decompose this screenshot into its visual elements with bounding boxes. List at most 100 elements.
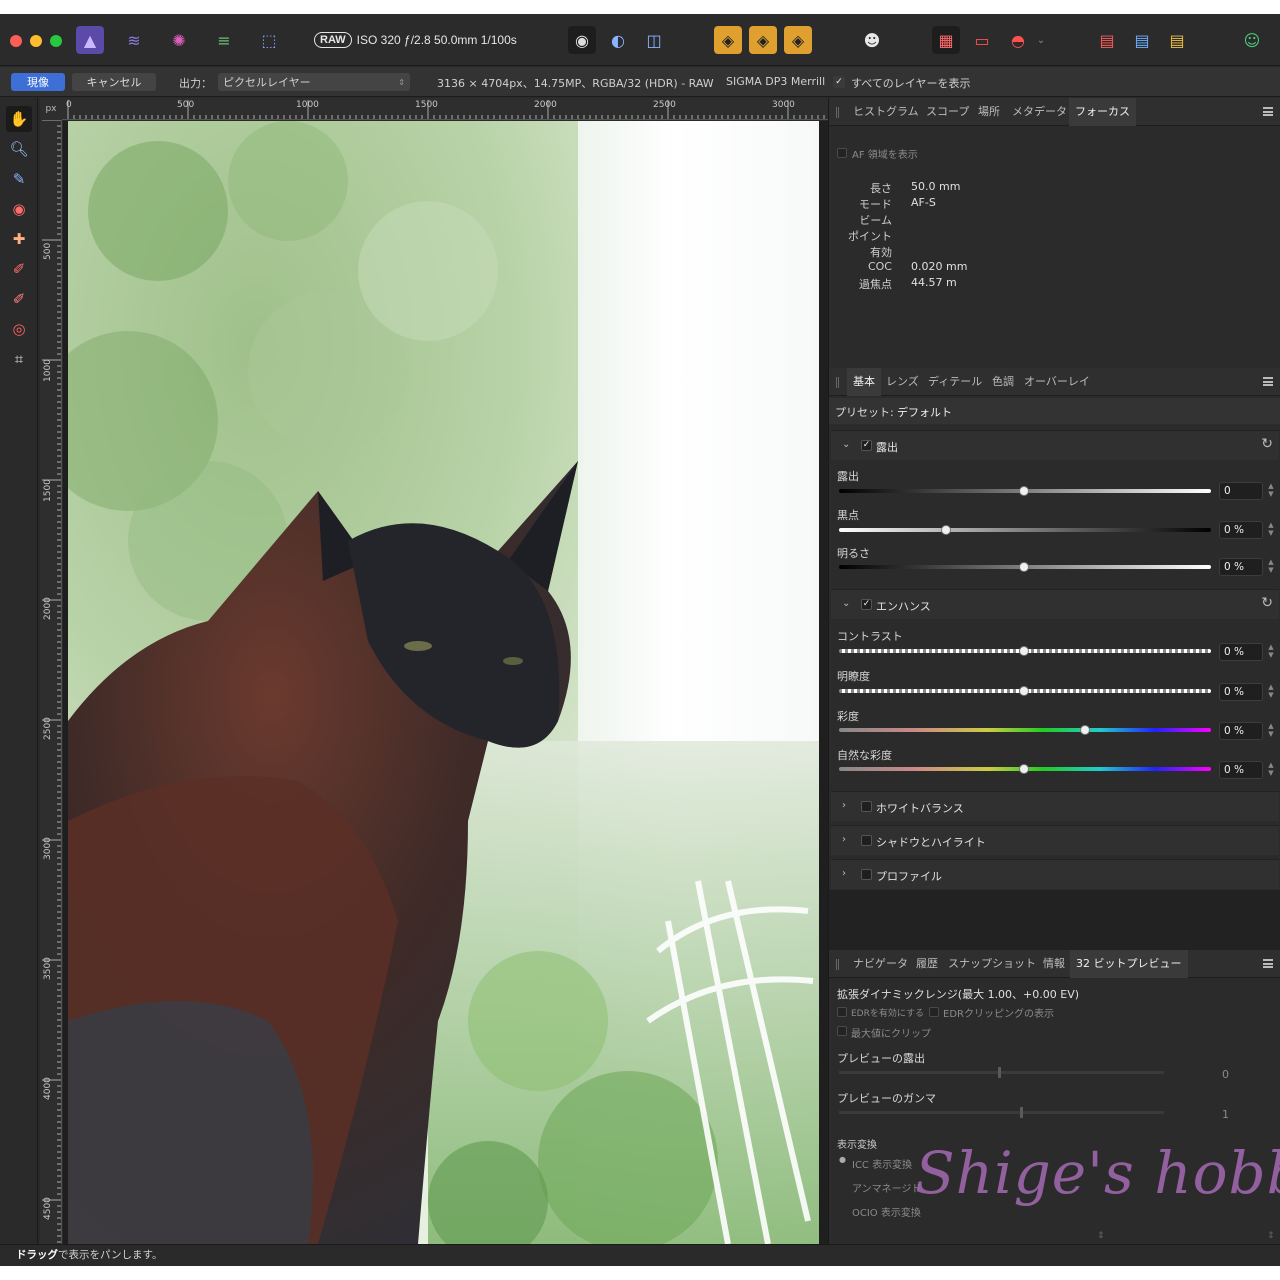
tone-mapping-persona-icon[interactable]: ≡ — [210, 26, 238, 54]
panel-grip-icon[interactable] — [836, 107, 839, 118]
show-edr-clipping-checkbox[interactable] — [929, 1007, 939, 1017]
chevron-down-icon[interactable]: ⌄ — [1034, 26, 1048, 54]
stepper-icon[interactable]: ▲ ▼ — [1267, 722, 1275, 740]
chevron-right-icon[interactable]: › — [842, 834, 846, 845]
tab-detail[interactable]: ディテール — [928, 368, 982, 396]
radio-selected-icon[interactable]: ● — [839, 1155, 846, 1164]
zoom-tool-icon[interactable]: 🔍︎ — [6, 136, 32, 162]
black-point-value[interactable]: 0 % — [1219, 521, 1263, 539]
chevron-down-icon[interactable]: ⌄ — [842, 439, 850, 450]
output-select[interactable]: ピクセルレイヤー ⇕ — [218, 73, 410, 91]
saturation-slider[interactable] — [839, 728, 1211, 732]
chevron-right-icon[interactable]: › — [842, 800, 846, 811]
brightness-value[interactable]: 0 % — [1219, 558, 1263, 576]
preview-gamma-value[interactable]: 1 — [1222, 1108, 1229, 1121]
tab-history[interactable]: 履歴 — [916, 950, 938, 978]
preview-gamma-slider-knob[interactable] — [1020, 1107, 1023, 1118]
tab-scope[interactable]: スコープ — [926, 98, 969, 126]
before-after-icon[interactable]: ▭ — [968, 26, 996, 54]
photo-persona-icon[interactable]: ▲ — [76, 26, 104, 54]
black-point-slider-knob[interactable] — [941, 525, 951, 535]
liquify-persona-icon[interactable]: ≋ — [120, 26, 148, 54]
brightness-slider-knob[interactable] — [1019, 562, 1029, 572]
overlay-paint-tool-icon[interactable]: ✐ — [6, 256, 32, 282]
stepper-icon[interactable]: ▲ ▼ — [1267, 761, 1275, 779]
preview-exposure-slider-knob[interactable] — [998, 1067, 1001, 1078]
split-view-icon[interactable]: ◐ — [604, 26, 632, 54]
panel-menu-icon[interactable] — [1263, 959, 1273, 968]
reset-icon[interactable]: ↻ — [1261, 595, 1273, 611]
clarity-value[interactable]: 0 % — [1219, 683, 1263, 701]
tab-info[interactable]: 情報 — [1043, 950, 1065, 978]
preset-row[interactable]: プリセット: デフォルト — [829, 398, 1280, 424]
enhance-section-header[interactable]: ⌄ ✓ エンハンス ↻ — [831, 589, 1279, 619]
preview-exposure-slider[interactable] — [839, 1071, 1164, 1074]
vibrance-value[interactable]: 0 % — [1219, 761, 1263, 779]
profile-blue-icon[interactable]: ▤ — [1128, 26, 1156, 54]
blemish-tool-icon[interactable]: ✚ — [6, 226, 32, 252]
clipped-tones-icon[interactable]: ◈ — [784, 26, 812, 54]
reset-icon[interactable]: ↻ — [1261, 436, 1273, 452]
close-window-button[interactable] — [10, 35, 22, 47]
stepper-icon[interactable]: ▲ ▼ — [1267, 482, 1275, 500]
document-canvas[interactable] — [63, 121, 828, 1244]
panel-menu-icon[interactable] — [1263, 107, 1273, 116]
overlay-gradient-tool-icon[interactable]: ◎ — [6, 316, 32, 342]
stepper-icon[interactable]: ▲ ▼ — [1267, 683, 1275, 701]
icc-option-label[interactable]: ICC 表示変換 — [852, 1156, 912, 1171]
profile-enable-checkbox[interactable] — [861, 869, 872, 880]
profile-section-header[interactable]: › プロファイル — [831, 859, 1279, 889]
export-persona-icon[interactable]: ⬚ — [255, 26, 283, 54]
panel-grip-icon[interactable] — [836, 959, 839, 970]
tab-basic[interactable]: 基本 — [847, 368, 881, 396]
cancel-button[interactable]: キャンセル — [72, 73, 156, 91]
tab-32bit-preview[interactable]: 32 ビットプレビュー — [1070, 950, 1188, 978]
enable-edr-checkbox[interactable] — [837, 1007, 847, 1017]
stepper-icon[interactable]: ▲ ▼ — [1267, 521, 1275, 539]
preset-value[interactable]: デフォルト — [897, 404, 952, 420]
af-area-checkbox[interactable] — [837, 148, 847, 158]
preview-exposure-value[interactable]: 0 — [1222, 1068, 1229, 1081]
panel-menu-icon[interactable] — [1263, 377, 1273, 386]
tab-tone[interactable]: 色調 — [992, 368, 1014, 396]
red-eye-tool-icon[interactable]: ◉ — [6, 196, 32, 222]
ocio-option-label[interactable]: OCIO 表示変換 — [852, 1204, 921, 1219]
profile-yellow-icon[interactable]: ▤ — [1163, 26, 1191, 54]
profile-red-icon[interactable]: ▤ — [1093, 26, 1121, 54]
tab-lens[interactable]: レンズ — [886, 368, 919, 396]
minimize-window-button[interactable] — [30, 35, 42, 47]
clarity-slider-knob[interactable] — [1019, 686, 1029, 696]
assistant-icon[interactable]: ☻ — [858, 26, 886, 54]
white-balance-section-header[interactable]: › ホワイトバランス — [831, 791, 1279, 821]
contrast-value[interactable]: 0 % — [1219, 643, 1263, 661]
hand-tool-icon[interactable]: ✋ — [6, 106, 32, 132]
histogram-overlay-icon[interactable]: ▦ — [932, 26, 960, 54]
vibrance-slider-knob[interactable] — [1019, 764, 1029, 774]
black-point-slider[interactable] — [839, 528, 1211, 532]
overlay-erase-tool-icon[interactable]: ✐ — [6, 286, 32, 312]
tab-overlay[interactable]: オーバーレイ — [1024, 368, 1090, 396]
preview-gamma-slider[interactable] — [839, 1111, 1164, 1114]
cat-photo[interactable] — [68, 121, 819, 1244]
stepper-icon[interactable]: ▲ ▼ — [1267, 643, 1275, 661]
chevron-right-icon[interactable]: › — [842, 868, 846, 879]
enhance-enable-checkbox[interactable]: ✓ — [861, 599, 872, 610]
white-balance-tool-icon[interactable]: ✎ — [6, 166, 32, 192]
clipped-shadows-icon[interactable]: ◈ — [749, 26, 777, 54]
shadows-highlights-enable-checkbox[interactable] — [861, 835, 872, 846]
snapshot-icon[interactable]: ◓ — [1004, 26, 1032, 54]
tab-location[interactable]: 場所 — [978, 98, 1000, 126]
chevron-down-icon[interactable]: ⌄ — [842, 598, 850, 609]
select-arrows-icon[interactable]: ⇕ — [1097, 1231, 1105, 1241]
user-account-icon[interactable]: ☺ — [1238, 26, 1266, 54]
mirror-view-icon[interactable]: ◫ — [640, 26, 668, 54]
tab-focus[interactable]: フォーカス — [1069, 98, 1136, 126]
tab-metadata[interactable]: メタデータ — [1012, 98, 1067, 126]
crop-tool-icon[interactable]: ⌗ — [6, 346, 32, 372]
clip-to-max-checkbox[interactable] — [837, 1026, 847, 1036]
select-arrows-icon[interactable]: ⇕ — [1267, 1231, 1275, 1241]
clipped-highlights-icon[interactable]: ◈ — [714, 26, 742, 54]
exposure-enable-checkbox[interactable]: ✓ — [861, 440, 872, 451]
view-eye-icon[interactable]: ◉ — [568, 26, 596, 54]
tab-snapshots[interactable]: スナップショット — [948, 950, 1036, 978]
